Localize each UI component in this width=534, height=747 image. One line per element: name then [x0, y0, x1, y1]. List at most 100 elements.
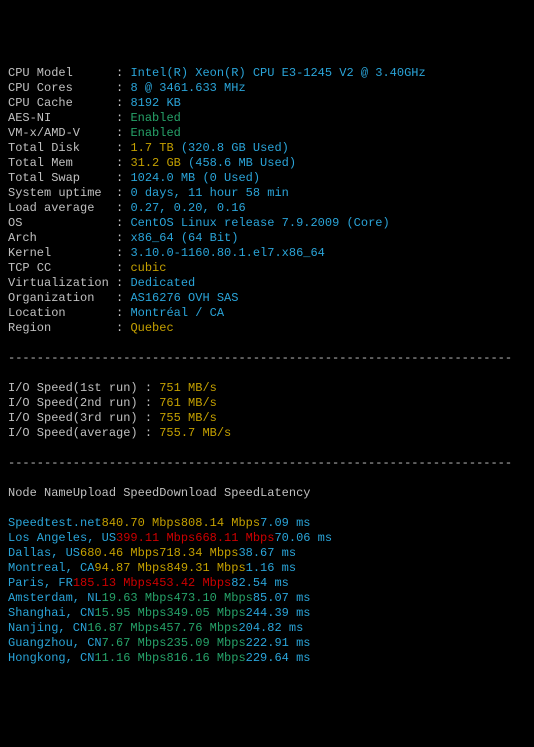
sysinfo-row: TCP CC : cubic — [8, 261, 526, 276]
sysinfo-value: Montréal / CA — [130, 306, 224, 320]
io-row: I/O Speed(1st run) : 751 MB/s — [8, 381, 526, 396]
separator: : — [116, 126, 130, 140]
separator: : — [145, 396, 159, 410]
latency: 85.07 ms — [253, 591, 311, 605]
sysinfo-row: Arch : x86_64 (64 Bit) — [8, 231, 526, 246]
node-name: Shanghai, CN — [8, 606, 94, 620]
io-value: 755.7 MB/s — [159, 426, 231, 440]
io-speed-block: I/O Speed(1st run) : 751 MB/sI/O Speed(2… — [8, 381, 526, 441]
download-speed: 808.14 Mbps — [181, 516, 260, 530]
sysinfo-label: Total Mem — [8, 156, 116, 170]
speedtest-row: Nanjing, CN16.87 Mbps457.76 Mbps204.82 m… — [8, 621, 526, 636]
sysinfo-row: Location : Montréal / CA — [8, 306, 526, 321]
divider: ----------------------------------------… — [8, 351, 526, 366]
speedtest-row: Hongkong, CN11.16 Mbps816.16 Mbps229.64 … — [8, 651, 526, 666]
download-header: Download Speed — [159, 486, 260, 500]
sysinfo-value: Dedicated — [130, 276, 195, 290]
separator: : — [116, 156, 130, 170]
separator: : — [116, 171, 130, 185]
sysinfo-value: (458.6 MB Used) — [188, 156, 296, 170]
separator: : — [116, 291, 130, 305]
sysinfo-label: Load average — [8, 201, 116, 215]
sysinfo-row: Virtualization : Dedicated — [8, 276, 526, 291]
latency: 38.67 ms — [238, 546, 296, 560]
latency: 7.09 ms — [260, 516, 310, 530]
sysinfo-value: cubic — [130, 261, 166, 275]
separator: : — [145, 381, 159, 395]
upload-speed: 680.46 Mbps — [80, 546, 159, 560]
separator: : — [145, 426, 159, 440]
node-name: Guangzhou, CN — [8, 636, 102, 650]
upload-speed: 185.13 Mbps — [73, 576, 152, 590]
io-label: I/O Speed(3rd run) — [8, 411, 145, 425]
separator: : — [145, 411, 159, 425]
sysinfo-value: Intel(R) Xeon(R) CPU E3-1245 V2 @ 3.40GH… — [130, 66, 425, 80]
speedtest-row: Los Angeles, US399.11 Mbps668.11 Mbps70.… — [8, 531, 526, 546]
io-label: I/O Speed(2nd run) — [8, 396, 145, 410]
sysinfo-label: Kernel — [8, 246, 116, 260]
sysinfo-value: Quebec — [130, 321, 173, 335]
latency: 204.82 ms — [238, 621, 303, 635]
speedtest-row: Shanghai, CN15.95 Mbps349.05 Mbps244.39 … — [8, 606, 526, 621]
download-speed: 349.05 Mbps — [166, 606, 245, 620]
sysinfo-row: CPU Model : Intel(R) Xeon(R) CPU E3-1245… — [8, 66, 526, 81]
upload-speed: 7.67 Mbps — [102, 636, 167, 650]
upload-speed: 15.95 Mbps — [94, 606, 166, 620]
sysinfo-row: VM-x/AMD-V : Enabled — [8, 126, 526, 141]
sysinfo-row: CPU Cores : 8 @ 3461.633 MHz — [8, 81, 526, 96]
speedtest-header: Node NameUpload SpeedDownload SpeedLaten… — [8, 486, 526, 501]
upload-speed: 94.87 Mbps — [94, 561, 166, 575]
speedtest-row: Montreal, CA94.87 Mbps849.31 Mbps1.16 ms — [8, 561, 526, 576]
separator: : — [116, 306, 130, 320]
upload-speed: 840.70 Mbps — [102, 516, 181, 530]
sysinfo-label: System uptime — [8, 186, 116, 200]
io-label: I/O Speed(average) — [8, 426, 145, 440]
node-name: Los Angeles, US — [8, 531, 116, 545]
io-row: I/O Speed(average) : 755.7 MB/s — [8, 426, 526, 441]
latency: 70.06 ms — [274, 531, 332, 545]
sysinfo-value: Enabled — [130, 111, 180, 125]
node-name: Speedtest.net — [8, 516, 102, 530]
sysinfo-label: TCP CC — [8, 261, 116, 275]
sysinfo-value: 1.7 TB — [130, 141, 180, 155]
node-name: Paris, FR — [8, 576, 73, 590]
sysinfo-label: Organization — [8, 291, 116, 305]
node-name: Hongkong, CN — [8, 651, 94, 665]
upload-header: Upload Speed — [73, 486, 159, 500]
io-row: I/O Speed(2nd run) : 761 MB/s — [8, 396, 526, 411]
download-speed: 473.10 Mbps — [174, 591, 253, 605]
sysinfo-row: AES-NI : Enabled — [8, 111, 526, 126]
sysinfo-label: Location — [8, 306, 116, 320]
upload-speed: 399.11 Mbps — [116, 531, 195, 545]
speedtest-row: Paris, FR185.13 Mbps453.42 Mbps82.54 ms — [8, 576, 526, 591]
io-label: I/O Speed(1st run) — [8, 381, 145, 395]
node-name: Montreal, CA — [8, 561, 94, 575]
sysinfo-value: 0 days, 11 hour 58 min — [130, 186, 288, 200]
separator: : — [116, 231, 130, 245]
download-speed: 718.34 Mbps — [159, 546, 238, 560]
separator: : — [116, 201, 130, 215]
sysinfo-row: Total Swap : 1024.0 MB (0 Used) — [8, 171, 526, 186]
latency: 1.16 ms — [246, 561, 296, 575]
sysinfo-value: CentOS Linux release 7.9.2009 (Core) — [130, 216, 389, 230]
sysinfo-value: 1024.0 MB (0 Used) — [130, 171, 260, 185]
node-name: Dallas, US — [8, 546, 80, 560]
sysinfo-label: OS — [8, 216, 116, 230]
separator: : — [116, 246, 130, 260]
upload-speed: 11.16 Mbps — [94, 651, 166, 665]
io-value: 761 MB/s — [159, 396, 217, 410]
io-value: 751 MB/s — [159, 381, 217, 395]
download-speed: 235.09 Mbps — [166, 636, 245, 650]
divider: ----------------------------------------… — [8, 456, 526, 471]
sysinfo-value: 3.10.0-1160.80.1.el7.x86_64 — [130, 246, 324, 260]
sysinfo-value: (320.8 GB Used) — [181, 141, 289, 155]
io-value: 755 MB/s — [159, 411, 217, 425]
download-speed: 668.11 Mbps — [195, 531, 274, 545]
sysinfo-value: 8 @ 3461.633 MHz — [130, 81, 245, 95]
sysinfo-label: CPU Cores — [8, 81, 116, 95]
speedtest-header-row: Node NameUpload SpeedDownload SpeedLaten… — [8, 486, 526, 501]
separator: : — [116, 81, 130, 95]
sysinfo-label: AES-NI — [8, 111, 116, 125]
separator: : — [116, 111, 130, 125]
latency: 82.54 ms — [231, 576, 289, 590]
